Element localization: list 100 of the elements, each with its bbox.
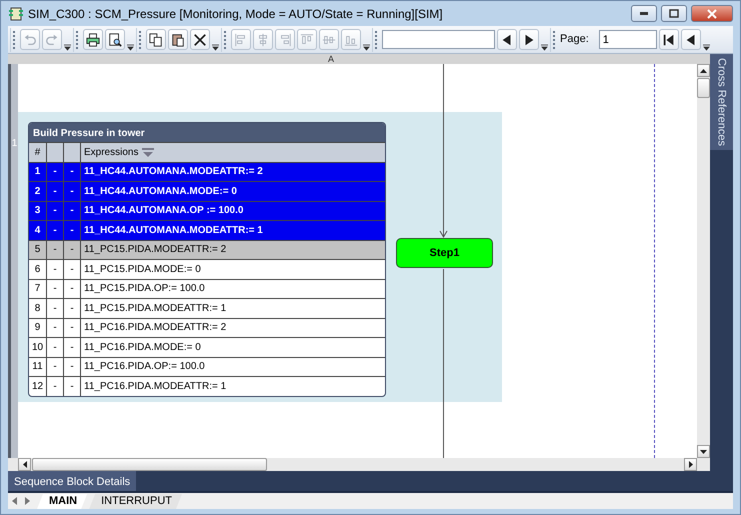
table-cell: 9 [29,318,47,337]
table-row[interactable]: 1 - - 11_HC44.AUTOMANA.MODEATTR:= 2 [29,162,385,181]
column-heading: A [327,54,334,64]
table-row[interactable]: 8 - - 11_PC15.PIDA.MODEATTR:= 1 [29,298,385,318]
scroll-right-icon[interactable] [688,461,692,468]
step-node[interactable]: Step1 [396,238,493,268]
minimize-button[interactable] [631,5,657,22]
delete-icon [193,32,207,46]
scroll-thumb[interactable] [697,78,710,98]
align-right-icon [278,32,292,46]
maximize-button[interactable] [661,5,687,22]
table-cell: 10 [29,338,47,356]
sheet-tab[interactable]: INTERRUPUT [89,494,182,509]
table-cell: 7 [29,280,47,298]
table-row[interactable]: 9 - - 11_PC16.PIDA.MODEATTR:= 2 [29,318,385,337]
column-header[interactable]: Expressions [84,144,138,160]
paste-button[interactable] [168,29,188,50]
copy-button[interactable] [146,29,166,50]
redo-icon [45,32,59,46]
copy-icon [149,32,163,46]
table-cell: - [47,338,64,356]
table-cell: - [64,377,81,396]
table-row[interactable]: 3 - - 11_HC44.AUTOMANA.OP := 100.0 [29,200,385,220]
side-panel-tab[interactable]: Cross References [710,54,732,150]
scroll-up-icon[interactable] [700,68,707,72]
table-cell: 11 [29,358,47,376]
table-cell: - [47,377,64,396]
table-cell: 12 [29,377,47,396]
prev-button[interactable] [497,29,517,50]
table-row[interactable]: 5 - - 11_PC15.PIDA.MODEATTR:= 2 [29,240,385,259]
table-row[interactable]: 10 - - 11_PC16.PIDA.MODE:= 0 [29,337,385,356]
table-cell: 8 [29,299,47,318]
preview-button[interactable] [105,29,125,50]
maximize-icon [669,8,679,18]
next-button[interactable] [519,29,539,50]
page-field[interactable]: 1 [598,30,657,49]
row-heading: 1 [11,137,18,151]
table-cell: - [47,358,64,376]
table-cell: - [64,338,81,356]
prev-button[interactable] [680,29,701,50]
close-button[interactable] [691,5,733,22]
table-cell-text: 11_PC15.PIDA.MODEATTR:= 1 [83,302,228,316]
table-row[interactable]: 6 - - 11_PC15.PIDA.MODE:= 0 [29,259,385,278]
table-cell: - [64,280,81,298]
table-cell: - [64,299,81,318]
tab-scroll-left-icon[interactable] [11,496,19,506]
delete-button[interactable] [190,29,210,50]
sheet-tab[interactable]: MAIN [37,494,88,509]
overflow-chevron-icon[interactable] [127,44,134,50]
details-panel-tab[interactable]: Sequence Block Details [8,471,136,491]
table-cell: - [64,260,81,278]
vertical-scrollbar[interactable] [697,64,710,458]
table-row[interactable]: 11 - - 11_PC16.PIDA.OP:= 100.0 [29,356,385,376]
align-top-icon [300,32,314,46]
scroll-down-icon[interactable] [700,450,707,454]
align-left-icon [234,32,248,46]
table-cell: - [47,240,64,259]
overflow-chevron-icon[interactable] [212,44,219,50]
table-cell-text: 11_PC15.PIDA.OP:= 100.0 [83,282,206,296]
table-cell: - [47,318,64,337]
table-row[interactable]: 4 - - 11_HC44.AUTOMANA.MODEATTR:= 1 [29,220,385,240]
print-preview-icon [108,32,122,46]
align-center-icon [256,32,270,46]
table-cell: - [64,240,81,259]
scroll-left-icon[interactable] [22,461,26,468]
table-row[interactable]: 7 - - 11_PC15.PIDA.OP:= 100.0 [29,278,385,298]
table-cell-text: 11_HC44.AUTOMANA.MODE:= 0 [83,184,238,199]
overflow-chevron-icon[interactable] [363,44,370,50]
sort-icon[interactable] [142,148,154,157]
table-cell: - [47,260,64,278]
page-label: Page: [560,32,589,48]
table-cell-text: 11_PC16.PIDA.MODEATTR:= 2 [83,321,228,336]
table-title: Build Pressure in tower [29,123,385,142]
overflow-chevron-icon[interactable] [541,44,548,50]
overflow-chevron-icon[interactable] [64,44,71,50]
print-button[interactable] [83,29,103,50]
overflow-chevron-icon[interactable] [702,44,710,50]
table-cell-text: 11_HC44.AUTOMANA.MODEATTR:= 1 [83,224,264,238]
table-row[interactable]: 2 - - 11_HC44.AUTOMANA.MODE:= 0 [29,181,385,200]
table-cell: - [47,280,64,298]
table-cell-text: 11_PC15.PIDA.MODEATTR:= 2 [83,243,228,258]
search-field[interactable] [382,30,495,49]
table-cell-text: 11_HC44.AUTOMANA.MODEATTR:= 2 [83,165,264,180]
table-cell: 5 [29,240,47,259]
table-cell-text: 11_PC16.PIDA.MODE:= 0 [83,340,202,355]
scroll-thumb[interactable] [32,458,267,471]
first-button[interactable] [658,29,679,50]
minimize-icon [640,12,648,15]
paste-icon [171,32,185,46]
tab-scroll-right-icon[interactable] [23,496,31,506]
table-row[interactable]: 12 - - 11_PC16.PIDA.MODEATTR:= 1 [29,376,385,396]
undo-icon [23,32,37,46]
table-cell: - [64,318,81,337]
close-icon [707,8,717,18]
table-cell-text: 11_PC16.PIDA.OP:= 100.0 [83,360,206,374]
app-icon [8,6,24,22]
horizontal-scrollbar[interactable] [8,458,710,471]
table-cell-text: 11_PC16.PIDA.MODEATTR:= 1 [83,380,228,394]
table-cell: - [47,299,64,318]
table-cell-text: 11_HC44.AUTOMANA.OP := 100.0 [83,204,244,218]
